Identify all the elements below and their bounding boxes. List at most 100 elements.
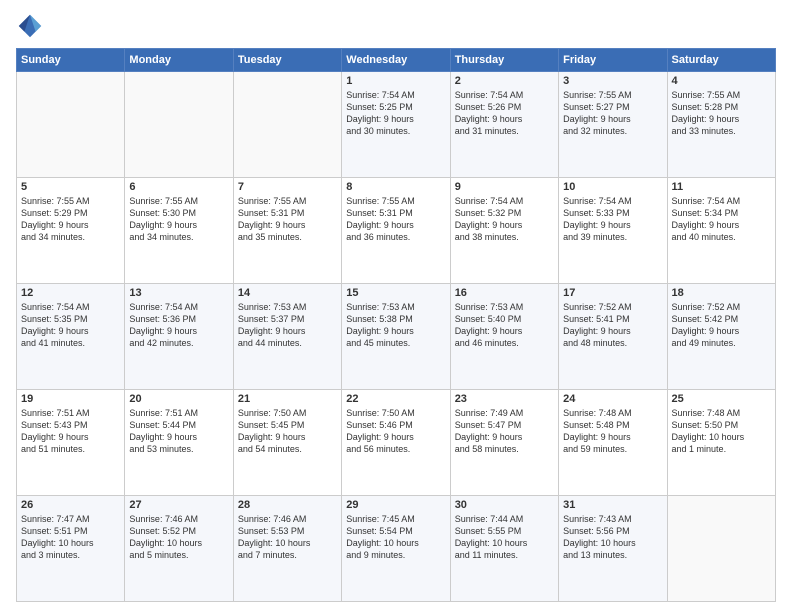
day-number: 6 <box>129 181 228 193</box>
day-info: Sunrise: 7:50 AM Sunset: 5:45 PM Dayligh… <box>238 407 337 456</box>
calendar-cell: 18Sunrise: 7:52 AM Sunset: 5:42 PM Dayli… <box>667 284 775 390</box>
day-info: Sunrise: 7:54 AM Sunset: 5:33 PM Dayligh… <box>563 195 662 244</box>
calendar-cell: 20Sunrise: 7:51 AM Sunset: 5:44 PM Dayli… <box>125 390 233 496</box>
day-number: 11 <box>672 181 771 193</box>
day-info: Sunrise: 7:54 AM Sunset: 5:34 PM Dayligh… <box>672 195 771 244</box>
day-info: Sunrise: 7:54 AM Sunset: 5:25 PM Dayligh… <box>346 89 445 138</box>
day-info: Sunrise: 7:46 AM Sunset: 5:53 PM Dayligh… <box>238 513 337 562</box>
day-info: Sunrise: 7:49 AM Sunset: 5:47 PM Dayligh… <box>455 407 554 456</box>
day-info: Sunrise: 7:55 AM Sunset: 5:27 PM Dayligh… <box>563 89 662 138</box>
calendar-cell: 22 Sunrise: 7:50 AM Sunset: 5:46 PM Dayli… <box>342 390 450 496</box>
day-info: Sunrise: 7:51 AM Sunset: 5:43 PM Dayligh… <box>21 407 120 456</box>
day-info: Sunrise: 7:54 AM Sunset: 5:32 PM Dayligh… <box>455 195 554 244</box>
day-number: 17 <box>563 287 662 299</box>
day-number: 25 <box>672 393 771 405</box>
day-header-friday: Friday <box>559 49 667 72</box>
calendar-week-row: 19 Sunrise: 7:51 AM Sunset: 5:43 PM Dayli… <box>17 390 776 496</box>
calendar-cell: 27 Sunrise: 7:46 AM Sunset: 5:52 PM Dayli… <box>125 496 233 602</box>
day-info: Sunrise: 7:43 AM Sunset: 5:56 PM Dayligh… <box>563 513 662 562</box>
day-number: 18 <box>672 287 771 299</box>
day-number: 12 <box>21 287 120 299</box>
day-header-monday: Monday <box>125 49 233 72</box>
day-header-sunday: Sunday <box>17 49 125 72</box>
logo-icon <box>16 12 44 40</box>
logo <box>16 12 48 40</box>
calendar-week-row: 12 Sunrise: 7:54 AM Sunset: 5:35 PM Dayli… <box>17 284 776 390</box>
day-number: 22 <box>346 393 445 405</box>
day-number: 1 <box>346 75 445 87</box>
calendar-cell: 23 Sunrise: 7:49 AM Sunset: 5:47 PM Dayli… <box>450 390 558 496</box>
day-number: 15 <box>346 287 445 299</box>
calendar-cell <box>233 72 341 178</box>
day-number: 21 <box>238 393 337 405</box>
calendar-cell: 6 Sunrise: 7:55 AM Sunset: 5:30 PM Daylig… <box>125 178 233 284</box>
day-number: 23 <box>455 393 554 405</box>
calendar-week-row: 26 Sunrise: 7:47 AM Sunset: 5:51 PM Dayli… <box>17 496 776 602</box>
calendar-cell: 8 Sunrise: 7:55 AM Sunset: 5:31 PM Daylig… <box>342 178 450 284</box>
day-info: Sunrise: 7:47 AM Sunset: 5:51 PM Dayligh… <box>21 513 120 562</box>
calendar-header-row: SundayMondayTuesdayWednesdayThursdayFrid… <box>17 49 776 72</box>
day-info: Sunrise: 7:53 AM Sunset: 5:40 PM Dayligh… <box>455 301 554 350</box>
calendar-cell: 17Sunrise: 7:52 AM Sunset: 5:41 PM Dayli… <box>559 284 667 390</box>
day-info: Sunrise: 7:53 AM Sunset: 5:37 PM Dayligh… <box>238 301 337 350</box>
day-number: 24 <box>563 393 662 405</box>
day-number: 3 <box>563 75 662 87</box>
day-number: 28 <box>238 499 337 511</box>
day-info: Sunrise: 7:54 AM Sunset: 5:26 PM Dayligh… <box>455 89 554 138</box>
calendar-week-row: 5 Sunrise: 7:55 AM Sunset: 5:29 PM Daylig… <box>17 178 776 284</box>
calendar-cell: 14 Sunrise: 7:53 AM Sunset: 5:37 PM Dayli… <box>233 284 341 390</box>
calendar-cell: 21 Sunrise: 7:50 AM Sunset: 5:45 PM Dayli… <box>233 390 341 496</box>
calendar-cell: 30 Sunrise: 7:44 AM Sunset: 5:55 PM Dayli… <box>450 496 558 602</box>
calendar-cell: 13 Sunrise: 7:54 AM Sunset: 5:36 PM Dayli… <box>125 284 233 390</box>
calendar-cell <box>667 496 775 602</box>
day-number: 2 <box>455 75 554 87</box>
calendar-cell: 4Sunrise: 7:55 AM Sunset: 5:28 PM Daylig… <box>667 72 775 178</box>
day-info: Sunrise: 7:50 AM Sunset: 5:46 PM Dayligh… <box>346 407 445 456</box>
calendar-cell: 26 Sunrise: 7:47 AM Sunset: 5:51 PM Dayli… <box>17 496 125 602</box>
day-number: 4 <box>672 75 771 87</box>
day-info: Sunrise: 7:45 AM Sunset: 5:54 PM Dayligh… <box>346 513 445 562</box>
calendar-cell: 12 Sunrise: 7:54 AM Sunset: 5:35 PM Dayli… <box>17 284 125 390</box>
day-number: 13 <box>129 287 228 299</box>
calendar-cell: 10 Sunrise: 7:54 AM Sunset: 5:33 PM Dayli… <box>559 178 667 284</box>
calendar-cell: 11 Sunrise: 7:54 AM Sunset: 5:34 PM Dayli… <box>667 178 775 284</box>
day-info: Sunrise: 7:55 AM Sunset: 5:30 PM Dayligh… <box>129 195 228 244</box>
day-header-thursday: Thursday <box>450 49 558 72</box>
day-info: Sunrise: 7:53 AM Sunset: 5:38 PM Dayligh… <box>346 301 445 350</box>
day-number: 7 <box>238 181 337 193</box>
day-number: 31 <box>563 499 662 511</box>
calendar-cell: 15 Sunrise: 7:53 AM Sunset: 5:38 PM Dayli… <box>342 284 450 390</box>
day-header-wednesday: Wednesday <box>342 49 450 72</box>
day-info: Sunrise: 7:46 AM Sunset: 5:52 PM Dayligh… <box>129 513 228 562</box>
calendar-cell: 2 Sunrise: 7:54 AM Sunset: 5:26 PM Daylig… <box>450 72 558 178</box>
calendar-cell: 7 Sunrise: 7:55 AM Sunset: 5:31 PM Daylig… <box>233 178 341 284</box>
calendar-table: SundayMondayTuesdayWednesdayThursdayFrid… <box>16 48 776 602</box>
day-number: 8 <box>346 181 445 193</box>
day-info: Sunrise: 7:44 AM Sunset: 5:55 PM Dayligh… <box>455 513 554 562</box>
calendar-cell <box>125 72 233 178</box>
day-header-tuesday: Tuesday <box>233 49 341 72</box>
calendar-cell: 3 Sunrise: 7:55 AM Sunset: 5:27 PM Daylig… <box>559 72 667 178</box>
calendar-cell: 24 Sunrise: 7:48 AM Sunset: 5:48 PM Dayli… <box>559 390 667 496</box>
day-number: 26 <box>21 499 120 511</box>
day-info: Sunrise: 7:51 AM Sunset: 5:44 PM Dayligh… <box>129 407 228 456</box>
day-info: Sunrise: 7:55 AM Sunset: 5:31 PM Dayligh… <box>238 195 337 244</box>
day-info: Sunrise: 7:54 AM Sunset: 5:36 PM Dayligh… <box>129 301 228 350</box>
day-number: 19 <box>21 393 120 405</box>
day-number: 30 <box>455 499 554 511</box>
calendar-cell: 29Sunrise: 7:45 AM Sunset: 5:54 PM Dayli… <box>342 496 450 602</box>
day-info: Sunrise: 7:48 AM Sunset: 5:50 PM Dayligh… <box>672 407 771 456</box>
day-info: Sunrise: 7:48 AM Sunset: 5:48 PM Dayligh… <box>563 407 662 456</box>
calendar-week-row: 1 Sunrise: 7:54 AM Sunset: 5:25 PM Daylig… <box>17 72 776 178</box>
calendar-cell: 25 Sunrise: 7:48 AM Sunset: 5:50 PM Dayli… <box>667 390 775 496</box>
calendar-cell: 16Sunrise: 7:53 AM Sunset: 5:40 PM Dayli… <box>450 284 558 390</box>
day-number: 10 <box>563 181 662 193</box>
day-number: 27 <box>129 499 228 511</box>
day-info: Sunrise: 7:54 AM Sunset: 5:35 PM Dayligh… <box>21 301 120 350</box>
day-info: Sunrise: 7:55 AM Sunset: 5:31 PM Dayligh… <box>346 195 445 244</box>
day-info: Sunrise: 7:55 AM Sunset: 5:29 PM Dayligh… <box>21 195 120 244</box>
calendar-cell: 19 Sunrise: 7:51 AM Sunset: 5:43 PM Dayli… <box>17 390 125 496</box>
day-number: 14 <box>238 287 337 299</box>
day-number: 5 <box>21 181 120 193</box>
day-number: 9 <box>455 181 554 193</box>
